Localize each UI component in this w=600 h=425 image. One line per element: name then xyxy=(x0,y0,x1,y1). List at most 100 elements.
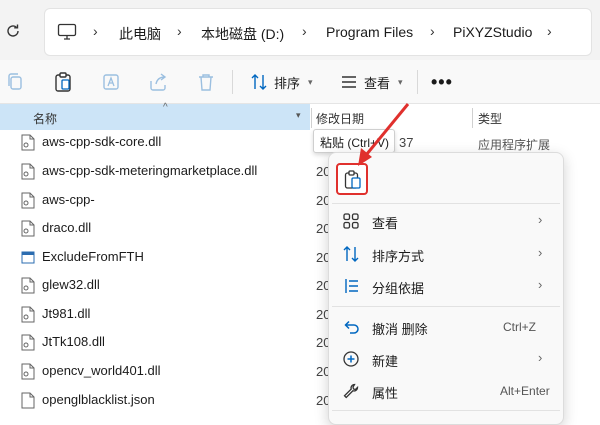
chevron-down-icon: ▾ xyxy=(398,76,403,87)
file-row[interactable]: openglblacklist.json xyxy=(0,386,310,415)
more-options-button[interactable]: ••• xyxy=(431,72,453,93)
chevron-right-icon[interactable]: › xyxy=(177,23,182,39)
file-row[interactable]: opencv_world401.dll xyxy=(0,357,310,386)
view-button[interactable]: 查看 ▾ xyxy=(340,70,403,94)
file-name: aws-cpp-sdk-core.dll xyxy=(42,134,162,149)
chevron-right-icon: › xyxy=(538,277,543,292)
share-icon[interactable] xyxy=(146,70,170,94)
undo-icon xyxy=(344,320,359,334)
file-name: opencv_world401.dll xyxy=(42,363,161,378)
file-row[interactable]: JtTk108.dll xyxy=(0,328,310,357)
sort-icon xyxy=(251,74,267,90)
breadcrumb-pixyzstudio[interactable]: PiXYZStudio xyxy=(453,24,532,40)
file-row[interactable]: ExcludeFromFTH xyxy=(0,243,310,272)
chevron-right-icon: › xyxy=(538,212,543,227)
file-name: ExcludeFromFTH xyxy=(42,249,144,264)
menu-item-shortcut: Ctrl+Z xyxy=(503,320,536,334)
delete-icon[interactable] xyxy=(194,70,218,94)
menu-item-label: 撤消 删除 xyxy=(372,322,428,337)
paste-icon xyxy=(344,170,361,189)
menu-item-label: 排序方式 xyxy=(372,249,425,264)
menu-item-group-by[interactable]: 分组依据 › xyxy=(332,270,560,302)
toolbar-divider xyxy=(417,70,418,94)
menu-item-view[interactable]: 查看 › xyxy=(332,205,560,237)
column-header-name[interactable]: ^ 名称 ▾ xyxy=(0,102,310,130)
dll-file-icon xyxy=(21,134,35,151)
chevron-right-icon: › xyxy=(538,245,543,260)
context-paste-button[interactable] xyxy=(336,163,368,195)
sort-icon xyxy=(343,246,359,262)
menu-divider xyxy=(332,306,560,307)
toolbar-divider xyxy=(232,70,233,94)
paste-icon[interactable] xyxy=(51,70,75,94)
new-plus-icon xyxy=(343,351,359,367)
type-value: 应用程序扩展 xyxy=(478,138,551,152)
this-pc-icon xyxy=(57,23,77,40)
paste-tooltip: 粘贴 (Ctrl+V) xyxy=(313,129,395,153)
file-name: aws-cpp- xyxy=(42,192,95,207)
dll-file-icon xyxy=(21,363,35,380)
menu-item-label: 查看 xyxy=(372,216,399,231)
file-row[interactable]: glew32.dll xyxy=(0,271,310,300)
dll-file-icon xyxy=(21,220,35,237)
sort-button[interactable]: 排序 ▾ xyxy=(250,70,313,94)
chevron-right-icon[interactable]: › xyxy=(302,23,307,39)
dll-file-icon xyxy=(21,277,35,294)
menu-item-sort-by[interactable]: 排序方式 › xyxy=(332,238,560,270)
column-divider[interactable] xyxy=(311,108,312,128)
file-row[interactable]: aws-cpp-sdk-meteringmarketplace.dll xyxy=(0,157,310,186)
file-name: openglblacklist.json xyxy=(42,392,155,407)
view-label: 查看 xyxy=(364,75,391,91)
file-name: JtTk108.dll xyxy=(42,334,105,349)
menu-item-label: 属性 xyxy=(372,386,399,401)
json-file-icon xyxy=(21,392,35,409)
address-bar-area: › 此电脑 › 本地磁盘 (D:) › Program Files › PiXY… xyxy=(0,0,600,60)
chevron-down-icon: ▾ xyxy=(308,76,313,87)
menu-item-undo-delete[interactable]: 撤消 删除 Ctrl+Z xyxy=(332,311,560,343)
file-row[interactable]: aws-cpp- xyxy=(0,186,310,215)
wrench-icon xyxy=(343,383,359,399)
column-header-type[interactable]: 类型 xyxy=(478,110,502,127)
exe-file-icon xyxy=(21,251,35,264)
file-row[interactable]: Jt981.dll xyxy=(0,300,310,329)
file-name: aws-cpp-sdk-meteringmarketplace.dll xyxy=(42,163,258,178)
grid-view-icon xyxy=(343,213,359,229)
breadcrumb-program-files[interactable]: Program Files xyxy=(326,24,413,40)
column-headers: ^ 名称 ▾ 修改日期 类型 xyxy=(0,102,600,130)
dll-file-icon xyxy=(21,192,35,209)
column-header-date[interactable]: 修改日期 xyxy=(316,110,364,127)
menu-divider xyxy=(332,203,560,204)
rename-icon[interactable] xyxy=(99,70,123,94)
dll-file-icon xyxy=(21,163,35,180)
group-by-icon xyxy=(345,279,358,293)
breadcrumb-local-disk[interactable]: 本地磁盘 (D:) xyxy=(201,24,284,44)
file-name: draco.dll xyxy=(42,220,92,235)
dll-file-icon xyxy=(21,306,35,323)
column-divider[interactable] xyxy=(472,108,473,128)
address-bar[interactable]: › 此电脑 › 本地磁盘 (D:) › Program Files › PiXY… xyxy=(44,8,592,56)
file-row[interactable]: aws-cpp-sdk-core.dll xyxy=(0,128,310,157)
menu-divider xyxy=(332,410,560,411)
breadcrumb-this-pc[interactable]: 此电脑 xyxy=(119,24,161,44)
copy-icon[interactable] xyxy=(3,70,27,94)
chevron-right-icon[interactable]: › xyxy=(430,23,435,39)
file-name: Jt981.dll xyxy=(42,306,91,321)
view-icon xyxy=(342,76,356,88)
command-bar: 排序 ▾ 查看 ▾ ••• xyxy=(0,60,600,104)
chevron-right-icon[interactable]: › xyxy=(93,23,98,39)
chevron-down-icon[interactable]: ▾ xyxy=(296,110,301,121)
file-row[interactable]: draco.dll xyxy=(0,214,310,243)
menu-item-label: 分组依据 xyxy=(372,281,425,296)
sort-ascending-icon: ^ xyxy=(163,102,168,113)
menu-item-label: 新建 xyxy=(372,354,399,369)
file-name: glew32.dll xyxy=(42,277,100,292)
refresh-icon[interactable] xyxy=(4,22,22,40)
chevron-right-icon: › xyxy=(538,350,543,365)
menu-item-shortcut: Alt+Enter xyxy=(500,384,550,398)
date-value: 37 xyxy=(399,135,414,150)
sort-label: 排序 xyxy=(274,75,301,91)
menu-item-properties[interactable]: 属性 Alt+Enter xyxy=(332,375,560,407)
chevron-right-icon[interactable]: › xyxy=(547,23,552,39)
menu-item-new[interactable]: 新建 › xyxy=(332,343,560,375)
dll-file-icon xyxy=(21,334,35,351)
